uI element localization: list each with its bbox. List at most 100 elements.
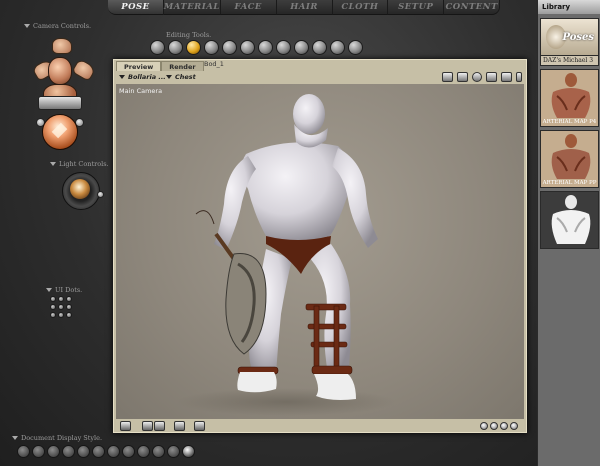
tab-hair[interactable]: HAIR bbox=[276, 0, 333, 15]
camera-controls-label: Camera Controls. bbox=[24, 22, 91, 30]
display-option-dot[interactable] bbox=[510, 422, 518, 430]
camera-move-cross-icon[interactable] bbox=[38, 96, 82, 110]
ui-dot[interactable] bbox=[58, 304, 64, 310]
display-option-dot[interactable] bbox=[480, 422, 488, 430]
direct-manipulation-tool-icon[interactable] bbox=[330, 40, 345, 55]
outline-style-icon[interactable] bbox=[32, 445, 45, 458]
ui-dot[interactable] bbox=[58, 312, 64, 318]
light-sphere-icon[interactable] bbox=[70, 179, 90, 199]
figure-shadow bbox=[176, 388, 396, 416]
actor-select[interactable]: Chest bbox=[166, 72, 196, 82]
translate-tool-icon[interactable] bbox=[186, 40, 201, 55]
silhouette-style-icon[interactable] bbox=[17, 445, 30, 458]
library-subcategory[interactable]: DAZ's Michael 3 bbox=[540, 56, 599, 66]
translate-in-out-tool-icon[interactable] bbox=[204, 40, 219, 55]
ui-dot[interactable] bbox=[66, 296, 72, 302]
dropdown-triangle-icon bbox=[166, 75, 172, 79]
library-category-poses[interactable]: Poses bbox=[540, 18, 599, 56]
texture-shaded-style-icon[interactable] bbox=[182, 445, 195, 458]
camera-face-icon[interactable] bbox=[48, 57, 72, 85]
tab-setup[interactable]: SETUP bbox=[388, 0, 445, 15]
cartoon-style-icon[interactable] bbox=[122, 445, 135, 458]
right-foot bbox=[314, 374, 356, 400]
morph-tool-icon[interactable] bbox=[312, 40, 327, 55]
tab-cloth[interactable]: CLOTH bbox=[332, 0, 389, 15]
scale-tool-icon[interactable] bbox=[222, 40, 237, 55]
ground-plane-icon[interactable] bbox=[120, 421, 131, 431]
chain-break-tool-icon[interactable] bbox=[258, 40, 273, 55]
twist-tool-icon[interactable] bbox=[168, 40, 183, 55]
tracking-icon[interactable] bbox=[174, 421, 185, 431]
document-view-controls bbox=[442, 72, 522, 82]
light-properties-icon[interactable] bbox=[97, 191, 104, 198]
camera-right-hand-icon[interactable] bbox=[71, 58, 97, 82]
expand-right-icon[interactable] bbox=[516, 72, 522, 82]
figure-render bbox=[176, 94, 396, 416]
head bbox=[293, 94, 325, 134]
library-item[interactable]: ARTERIAL MAP P4 bbox=[540, 69, 599, 127]
cartoon-lines-style-icon[interactable] bbox=[137, 445, 150, 458]
bend-icon[interactable] bbox=[154, 421, 165, 431]
torso bbox=[241, 142, 352, 240]
light-toggle-icon[interactable] bbox=[472, 72, 482, 82]
library-item-label: ARTERIAL MAP P4 bbox=[542, 119, 597, 125]
document-display-style-label: Document Display Style. bbox=[12, 434, 102, 442]
flat-lined-style-icon[interactable] bbox=[107, 445, 120, 458]
tab-face[interactable]: FACE bbox=[220, 0, 277, 15]
color-tool-icon[interactable] bbox=[276, 40, 291, 55]
smooth-lined-style-icon[interactable] bbox=[167, 445, 180, 458]
render-icon[interactable] bbox=[501, 72, 512, 82]
room-tabs: POSE MATERIAL FACE HAIR CLOTH SETUP CONT… bbox=[108, 0, 501, 15]
3d-viewport[interactable]: Main Camera bbox=[116, 84, 524, 419]
wireframe-style-icon[interactable] bbox=[47, 445, 60, 458]
document-tabs: Preview Render bbox=[116, 61, 204, 71]
collapse-triangle-icon[interactable] bbox=[50, 162, 56, 166]
library-palette: Library Poses DAZ's Michael 3 ARTERIAL M… bbox=[537, 0, 600, 466]
library-item-label: ARTERIAL MAP PP bbox=[542, 180, 597, 186]
ui-dot[interactable] bbox=[58, 296, 64, 302]
camera-view-icon[interactable] bbox=[486, 72, 497, 82]
camera-trackball-icon[interactable] bbox=[42, 114, 78, 150]
resize-window-icon[interactable] bbox=[442, 72, 453, 82]
ui-dots-grid bbox=[50, 296, 72, 318]
ui-dot[interactable] bbox=[50, 304, 56, 310]
tab-pose[interactable]: POSE bbox=[108, 0, 164, 15]
document-window: Preview Render Bod_1 Bollaria ... Chest … bbox=[113, 59, 527, 433]
library-item-thumbnail bbox=[551, 195, 591, 244]
depth-cue-icon[interactable] bbox=[194, 421, 205, 431]
hidden-line-style-icon[interactable] bbox=[62, 445, 75, 458]
tab-content[interactable]: CONTENT bbox=[444, 0, 501, 15]
ui-dot[interactable] bbox=[66, 304, 72, 310]
display-option-dot[interactable] bbox=[500, 422, 508, 430]
rotate-tool-icon[interactable] bbox=[150, 40, 165, 55]
lit-wireframe-style-icon[interactable] bbox=[77, 445, 90, 458]
left-foot bbox=[237, 372, 277, 393]
light-controls-label: Light Controls. bbox=[50, 160, 109, 168]
ui-dot[interactable] bbox=[66, 312, 72, 318]
tab-material[interactable]: MATERIAL bbox=[163, 0, 221, 15]
collapse-triangle-icon[interactable] bbox=[46, 288, 52, 292]
flat-shaded-style-icon[interactable] bbox=[92, 445, 105, 458]
smooth-shaded-style-icon[interactable] bbox=[152, 445, 165, 458]
ui-dot[interactable] bbox=[50, 296, 56, 302]
left-arm bbox=[214, 156, 256, 250]
grouping-tool-icon[interactable] bbox=[348, 40, 363, 55]
display-option-dot[interactable] bbox=[490, 422, 498, 430]
tab-preview[interactable]: Preview bbox=[116, 61, 162, 71]
library-title: Library bbox=[538, 0, 600, 14]
figure-select[interactable]: Bollaria ... bbox=[119, 72, 166, 82]
camera-rotate-hand-icon[interactable] bbox=[52, 38, 72, 54]
collapse-triangle-icon[interactable] bbox=[12, 436, 18, 440]
collapse-triangle-icon[interactable] bbox=[24, 24, 30, 28]
view-magnifier-tool-icon[interactable] bbox=[294, 40, 309, 55]
library-category-label: Poses bbox=[562, 32, 594, 43]
ui-dot[interactable] bbox=[50, 312, 56, 318]
ui-dots-label: UI Dots. bbox=[46, 286, 82, 294]
render-area-icon[interactable] bbox=[457, 72, 468, 82]
document-title: Bod_1 bbox=[204, 60, 224, 68]
tab-render[interactable]: Render bbox=[161, 61, 204, 71]
figure-circle-icon[interactable] bbox=[142, 421, 153, 431]
library-item[interactable]: ARTERIAL MAP PP bbox=[540, 130, 599, 188]
taper-tool-icon[interactable] bbox=[240, 40, 255, 55]
library-item-selected[interactable] bbox=[540, 191, 599, 249]
